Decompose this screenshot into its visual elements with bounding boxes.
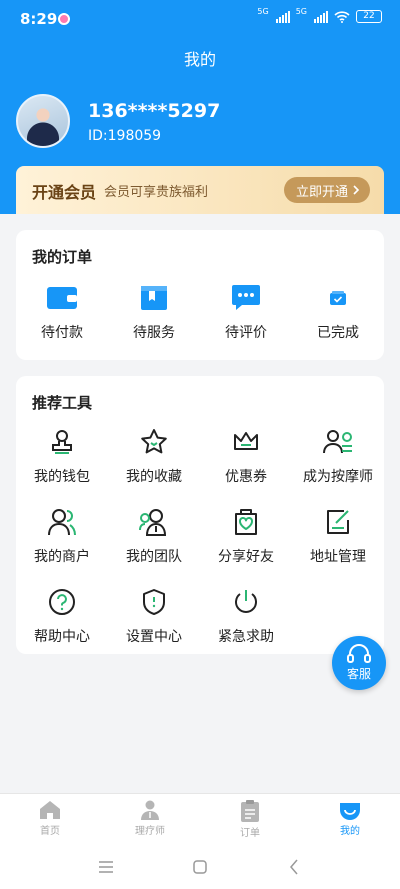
edit-icon bbox=[322, 506, 354, 538]
tool-label: 我的收藏 bbox=[126, 469, 182, 485]
tab-therapist[interactable]: 理疗师 bbox=[100, 794, 200, 845]
shield-icon bbox=[138, 586, 170, 618]
share-heart-icon bbox=[230, 506, 262, 538]
tool-label: 优惠券 bbox=[225, 469, 267, 485]
tool-label: 我的团队 bbox=[126, 549, 182, 565]
crown-icon bbox=[230, 426, 262, 458]
team-icon bbox=[138, 506, 170, 538]
chat-icon bbox=[230, 284, 262, 312]
status-indicators: 5G 5G 22 bbox=[257, 7, 382, 23]
tool-label: 成为按摩师 bbox=[303, 469, 373, 485]
vip-banner[interactable]: 开通会员 会员可享贵族福利 立即开通 bbox=[16, 166, 384, 214]
menu-nav-button[interactable] bbox=[94, 855, 118, 879]
star-icon bbox=[138, 426, 170, 458]
system-nav-bar bbox=[0, 845, 400, 889]
order-pending-payment[interactable]: 待付款 bbox=[16, 284, 108, 342]
tab-mine[interactable]: 我的 bbox=[300, 794, 400, 845]
tab-orders[interactable]: 订单 bbox=[200, 794, 300, 845]
bookmark-icon bbox=[138, 284, 170, 312]
menu-icon bbox=[99, 861, 113, 873]
tool-label: 我的钱包 bbox=[34, 469, 90, 485]
bottom-tab-bar: 首页 理疗师 订单 我的 bbox=[0, 793, 400, 845]
therapist-icon bbox=[141, 800, 159, 820]
tool-coupons[interactable]: 优惠券 bbox=[200, 426, 292, 488]
order-completed[interactable]: 已完成 bbox=[292, 284, 384, 342]
stamp-icon bbox=[46, 426, 78, 458]
tools-title: 推荐工具 bbox=[32, 394, 93, 412]
vip-title: 开通会员 bbox=[32, 183, 97, 202]
vip-description: 会员可享贵族福利 bbox=[104, 185, 209, 200]
tool-share-friends[interactable]: 分享好友 bbox=[200, 506, 292, 568]
tool-team[interactable]: 我的团队 bbox=[108, 506, 200, 568]
tool-label: 地址管理 bbox=[310, 549, 366, 565]
tool-favorites[interactable]: 我的收藏 bbox=[108, 426, 200, 488]
open-vip-button[interactable]: 立即开通 bbox=[283, 177, 370, 203]
wifi-icon bbox=[334, 10, 350, 23]
home-nav-button[interactable] bbox=[188, 855, 212, 879]
headset-icon bbox=[347, 644, 371, 663]
clipboard-icon bbox=[241, 800, 259, 822]
tool-wallet[interactable]: 我的钱包 bbox=[16, 426, 108, 488]
signal-type-label: 5G bbox=[257, 7, 269, 16]
home-icon bbox=[40, 801, 60, 819]
tab-label: 首页 bbox=[40, 826, 60, 837]
tool-help-center[interactable]: 帮助中心 bbox=[16, 586, 108, 648]
users-icon bbox=[46, 506, 78, 538]
order-pending-service[interactable]: 待服务 bbox=[108, 284, 200, 342]
square-icon bbox=[193, 860, 207, 874]
back-nav-button[interactable] bbox=[282, 855, 306, 879]
tools-card: 推荐工具 我的钱包 我的收藏 优惠券 成为按摩师 我的商户 我的团队 分享好友 … bbox=[16, 376, 384, 654]
signal-type-label-2: 5G bbox=[295, 7, 307, 16]
tool-settings[interactable]: 设置中心 bbox=[108, 586, 200, 648]
user-phone: 136****5297 bbox=[88, 100, 221, 122]
check-box-icon bbox=[322, 284, 354, 312]
orders-title: 我的订单 bbox=[32, 248, 93, 266]
tool-become-therapist[interactable]: 成为按摩师 bbox=[292, 426, 384, 488]
wallet-icon bbox=[46, 284, 78, 312]
user-card-icon bbox=[322, 426, 354, 458]
open-vip-label: 立即开通 bbox=[295, 184, 348, 200]
notification-app-icon bbox=[58, 13, 70, 25]
user-id: ID:198059 bbox=[88, 128, 162, 144]
order-label: 待评价 bbox=[225, 325, 267, 341]
status-time: 8:29 bbox=[20, 10, 58, 28]
order-pending-review[interactable]: 待评价 bbox=[200, 284, 292, 342]
order-label: 待付款 bbox=[41, 325, 83, 341]
tool-label: 分享好友 bbox=[218, 549, 274, 565]
tool-merchants[interactable]: 我的商户 bbox=[16, 506, 108, 568]
page-title: 我的 bbox=[183, 50, 216, 69]
signal-icon-2 bbox=[314, 10, 328, 23]
orders-card: 我的订单 待付款 待服务 待评价 已完成 bbox=[16, 230, 384, 360]
tab-home[interactable]: 首页 bbox=[0, 794, 100, 845]
battery-icon: 22 bbox=[356, 10, 382, 23]
tool-label: 帮助中心 bbox=[34, 629, 90, 645]
order-label: 已完成 bbox=[317, 325, 359, 341]
tab-label: 我的 bbox=[340, 826, 360, 837]
tool-emergency[interactable]: 紧急求助 bbox=[200, 586, 292, 648]
tool-label: 设置中心 bbox=[126, 629, 182, 645]
profile-icon bbox=[340, 803, 360, 820]
customer-service-label: 客服 bbox=[346, 667, 371, 681]
avatar[interactable] bbox=[16, 94, 70, 148]
signal-icon bbox=[275, 10, 290, 23]
order-label: 待服务 bbox=[133, 325, 175, 341]
tool-label: 我的商户 bbox=[34, 549, 90, 565]
customer-service-button[interactable]: 客服 bbox=[332, 636, 386, 690]
tool-label: 紧急求助 bbox=[218, 629, 274, 645]
tab-label: 订单 bbox=[240, 828, 260, 839]
chevron-right-icon bbox=[353, 185, 360, 195]
tool-address[interactable]: 地址管理 bbox=[292, 506, 384, 568]
tab-label: 理疗师 bbox=[135, 826, 165, 837]
back-icon bbox=[290, 859, 298, 875]
status-bar: 8:29 5G 5G 22 bbox=[0, 0, 400, 38]
power-icon bbox=[230, 586, 262, 618]
question-icon bbox=[46, 586, 78, 618]
